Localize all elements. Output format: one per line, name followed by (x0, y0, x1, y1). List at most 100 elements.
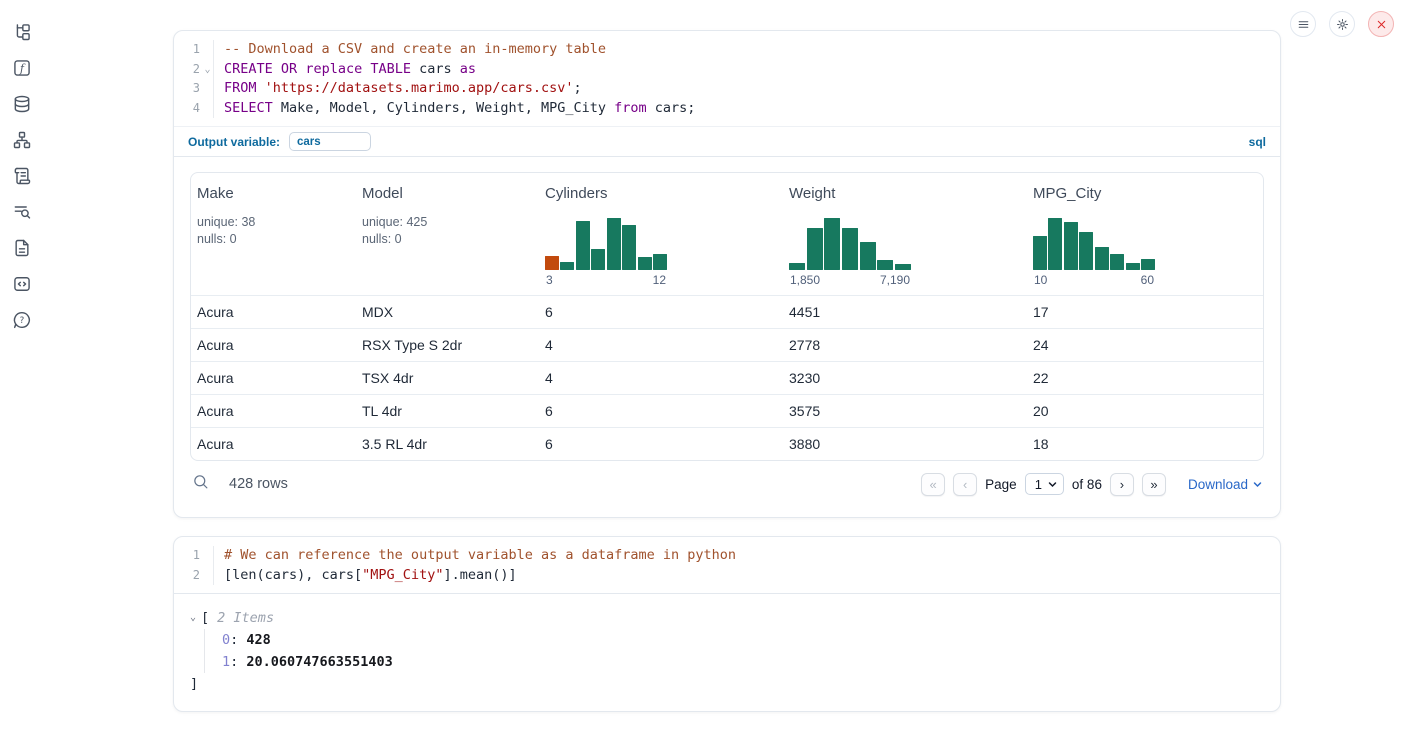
settings-button[interactable] (1329, 11, 1355, 37)
svg-text:f: f (19, 62, 26, 75)
tree-items: 0: 4281: 20.060747663551403 (204, 629, 1264, 673)
code-line[interactable]: 1# We can reference the output variable … (174, 546, 1280, 566)
sql-code-editor[interactable]: 1-- Download a CSV and create an in-memo… (174, 31, 1280, 126)
table-cell: 3880 (783, 436, 1027, 452)
column-header-make[interactable]: Make unique: 38 nulls: 0 (191, 173, 356, 295)
table-cell: Acura (191, 403, 356, 419)
column-stats: unique: 425 nulls: 0 (362, 214, 533, 247)
line-number: 4 (174, 99, 214, 119)
sql-cell: 1-- Download a CSV and create an in-memo… (173, 30, 1281, 518)
table-cell: RSX Type S 2dr (356, 337, 539, 353)
chevron-down-icon (1048, 480, 1057, 489)
logs-icon[interactable] (12, 166, 32, 186)
last-page-button[interactable]: » (1142, 473, 1166, 496)
chevron-down-icon (1253, 480, 1262, 489)
table-cell: Acura (191, 370, 356, 386)
hamburger-icon (1297, 18, 1310, 31)
documentation-icon[interactable] (12, 238, 32, 258)
line-number: 1 (174, 546, 214, 566)
language-badge[interactable]: sql (1249, 135, 1266, 149)
table-cell: Acura (191, 304, 356, 320)
tracebacks-icon[interactable] (12, 202, 32, 222)
snippets-icon[interactable] (12, 274, 32, 294)
table-cell: 6 (539, 304, 783, 320)
table-cell: 18 (1027, 436, 1263, 452)
row-count: 428 rows (229, 476, 288, 492)
notebook-actions (1290, 11, 1394, 37)
open-bracket: [ (201, 607, 209, 629)
histogram-bar (842, 228, 858, 270)
column-header-weight[interactable]: Weight 1,8507,190 (783, 173, 1027, 295)
table-row[interactable]: Acura3.5 RL 4dr6388018 (191, 427, 1263, 460)
table-cell: MDX (356, 304, 539, 320)
result-table: Make unique: 38 nulls: 0 Model unique: 4… (190, 172, 1264, 461)
menu-button[interactable] (1290, 11, 1316, 37)
histogram-bar (824, 218, 840, 270)
table-cell: 20 (1027, 403, 1263, 419)
help-icon[interactable]: ? (12, 310, 32, 330)
histogram-bar (895, 264, 911, 270)
variables-icon[interactable]: f (12, 58, 32, 78)
histogram-bar (591, 249, 605, 270)
line-number: 1 (174, 40, 214, 60)
search-icon[interactable] (192, 473, 209, 495)
table-cell: 3230 (783, 370, 1027, 386)
column-stats: unique: 38 nulls: 0 (197, 214, 350, 247)
table-cell: 4 (539, 370, 783, 386)
sql-output-area: Make unique: 38 nulls: 0 Model unique: 4… (174, 156, 1280, 517)
table-cell: 4 (539, 337, 783, 353)
code-line[interactable]: 2[len(cars), cars["MPG_City"].mean()] (174, 566, 1280, 586)
table-header-row: Make unique: 38 nulls: 0 Model unique: 4… (191, 173, 1263, 295)
table-cell: 3.5 RL 4dr (356, 436, 539, 452)
close-bracket: ] (190, 673, 1264, 695)
table-row[interactable]: AcuraTSX 4dr4323022 (191, 361, 1263, 394)
first-page-button[interactable]: « (921, 473, 945, 496)
page-select[interactable]: 1 (1025, 473, 1064, 495)
tree-item: 0: 428 (222, 629, 1264, 651)
histogram-bar (1110, 254, 1124, 270)
code-line[interactable]: 3FROM 'https://datasets.marimo.app/cars.… (174, 79, 1280, 99)
dependency-graph-icon[interactable] (12, 130, 32, 150)
prev-page-button[interactable]: ‹ (953, 473, 977, 496)
next-page-button[interactable]: › (1110, 473, 1134, 496)
gear-icon (1336, 18, 1349, 31)
histogram-bar (789, 263, 805, 270)
histogram-bar (1079, 232, 1093, 270)
line-number: 2 (174, 566, 214, 586)
data-sources-icon[interactable] (12, 94, 32, 114)
svg-text:?: ? (20, 316, 25, 326)
table-row[interactable]: AcuraMDX6445117 (191, 295, 1263, 328)
python-cell: 1# We can reference the output variable … (173, 536, 1281, 712)
table-row[interactable]: AcuraRSX Type S 2dr4277824 (191, 328, 1263, 361)
tree-root[interactable]: ⌄ [ 2 Items (190, 607, 1264, 629)
download-button[interactable]: Download (1188, 477, 1262, 492)
python-code-editor[interactable]: 1# We can reference the output variable … (174, 537, 1280, 593)
output-variable-label: Output variable: (188, 135, 280, 149)
table-footer: 428 rows « ‹ Page 1 of 86 › » Download (190, 461, 1264, 505)
collapse-chevron-icon[interactable]: ⌄ (190, 607, 196, 629)
items-count-label: 2 Items (217, 607, 274, 629)
code-line[interactable]: 2⌄CREATE OR replace TABLE cars as (174, 60, 1280, 80)
histogram-bar (653, 254, 667, 270)
code-line[interactable]: 1-- Download a CSV and create an in-memo… (174, 40, 1280, 60)
table-row[interactable]: AcuraTL 4dr6357520 (191, 394, 1263, 427)
line-number: 3 (174, 79, 214, 99)
table-cell: Acura (191, 436, 356, 452)
left-sidebar: f ? (0, 0, 44, 729)
output-variable-input[interactable] (289, 132, 371, 151)
histogram-bar (860, 242, 876, 270)
table-body: AcuraMDX6445117AcuraRSX Type S 2dr427782… (191, 295, 1263, 460)
fold-chevron-icon[interactable]: ⌄ (202, 60, 213, 80)
column-header-mpg-city[interactable]: MPG_City 1060 (1027, 173, 1263, 295)
histogram-bar (560, 262, 574, 270)
column-header-model[interactable]: Model unique: 425 nulls: 0 (356, 173, 539, 295)
mpg-city-histogram: 1060 (1033, 218, 1155, 287)
shutdown-button[interactable] (1368, 11, 1394, 37)
column-header-cylinders[interactable]: Cylinders 312 (539, 173, 783, 295)
table-cell: TSX 4dr (356, 370, 539, 386)
file-explorer-icon[interactable] (12, 22, 32, 42)
table-cell: 24 (1027, 337, 1263, 353)
table-cell: TL 4dr (356, 403, 539, 419)
code-line[interactable]: 4SELECT Make, Model, Cylinders, Weight, … (174, 99, 1280, 119)
pagination: « ‹ Page 1 of 86 › » Download (921, 473, 1262, 496)
